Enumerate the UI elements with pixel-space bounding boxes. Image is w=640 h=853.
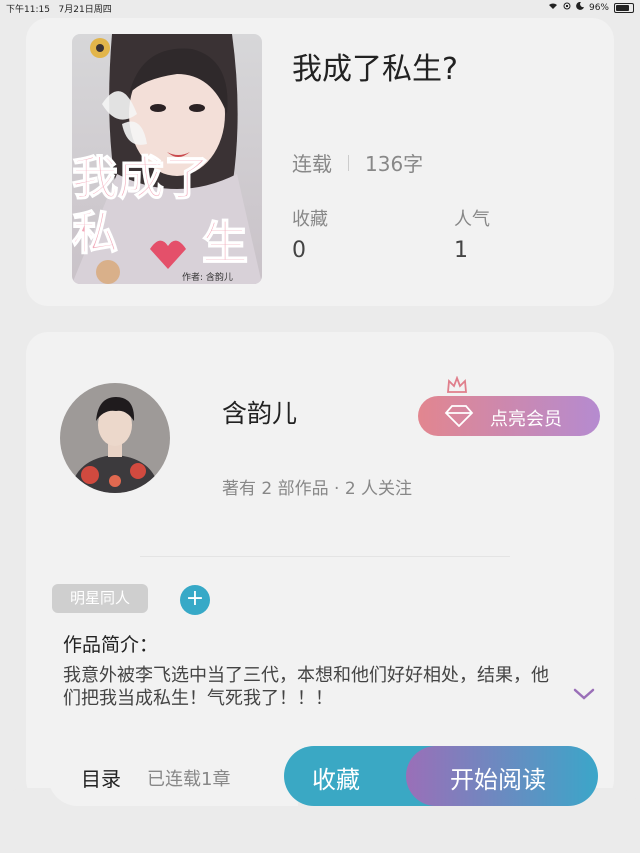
status-bar: 下午11:15 7月21日周四 96%	[0, 0, 640, 16]
serial-status: 连载	[292, 152, 332, 176]
cover-title-line3: 生	[202, 216, 248, 270]
word-count: 136字	[365, 152, 424, 176]
vip-button-label: 点亮会员	[490, 409, 562, 430]
plus-icon: +	[185, 586, 205, 611]
battery-percent: 96%	[588, 2, 609, 13]
chevron-down-icon[interactable]	[572, 686, 596, 705]
favorite-button-label: 收藏	[312, 766, 360, 794]
cover-title-line2: 私	[72, 206, 118, 260]
chapter-count: 已连载1章	[147, 769, 231, 790]
diamond-icon	[444, 405, 474, 432]
popularity-count: 1	[454, 238, 468, 263]
divider	[140, 556, 510, 557]
moon-icon	[576, 1, 584, 13]
status-time: 下午11:15	[6, 5, 50, 15]
divider	[348, 154, 349, 171]
wifi-icon	[548, 2, 558, 13]
author-name: 含韵儿	[222, 399, 298, 428]
tag-chip[interactable]: 明星同人	[52, 584, 148, 613]
intro-heading: 作品简介：	[63, 634, 159, 656]
popularity-label: 人气	[454, 209, 490, 230]
start-reading-button[interactable]: 开始阅读	[406, 746, 598, 806]
status-date: 7月21日周四	[58, 5, 112, 15]
battery-fill	[616, 4, 629, 11]
author-meta: 著有 2 部作品 · 2 人关注	[222, 479, 413, 499]
toc-button[interactable]: 目录	[81, 763, 121, 792]
crown-icon	[446, 375, 468, 398]
favorites-count: 0	[292, 238, 306, 263]
book-title: 我成了私生?	[292, 52, 458, 87]
cover-title-line1: 我成了	[72, 151, 210, 205]
start-reading-label: 开始阅读	[450, 766, 546, 794]
add-tag-button[interactable]: +	[180, 585, 210, 615]
battery-icon	[614, 2, 634, 13]
favorites-label: 收藏	[292, 209, 328, 230]
intro-text: 我意外被李飞选中当了三代，本想和他们好好相处，结果，他们把我当成私生！气死我了！…	[63, 665, 549, 709]
vip-button[interactable]: 点亮会员	[418, 396, 600, 436]
book-status-line: 连载 136字	[292, 148, 423, 177]
avatar[interactable]	[60, 383, 170, 493]
cover-author: 作者: 含韵儿	[182, 271, 233, 283]
book-cover[interactable]: 我成了 私 生 作者: 含韵儿	[72, 34, 262, 284]
orientation-lock-icon	[563, 2, 571, 13]
